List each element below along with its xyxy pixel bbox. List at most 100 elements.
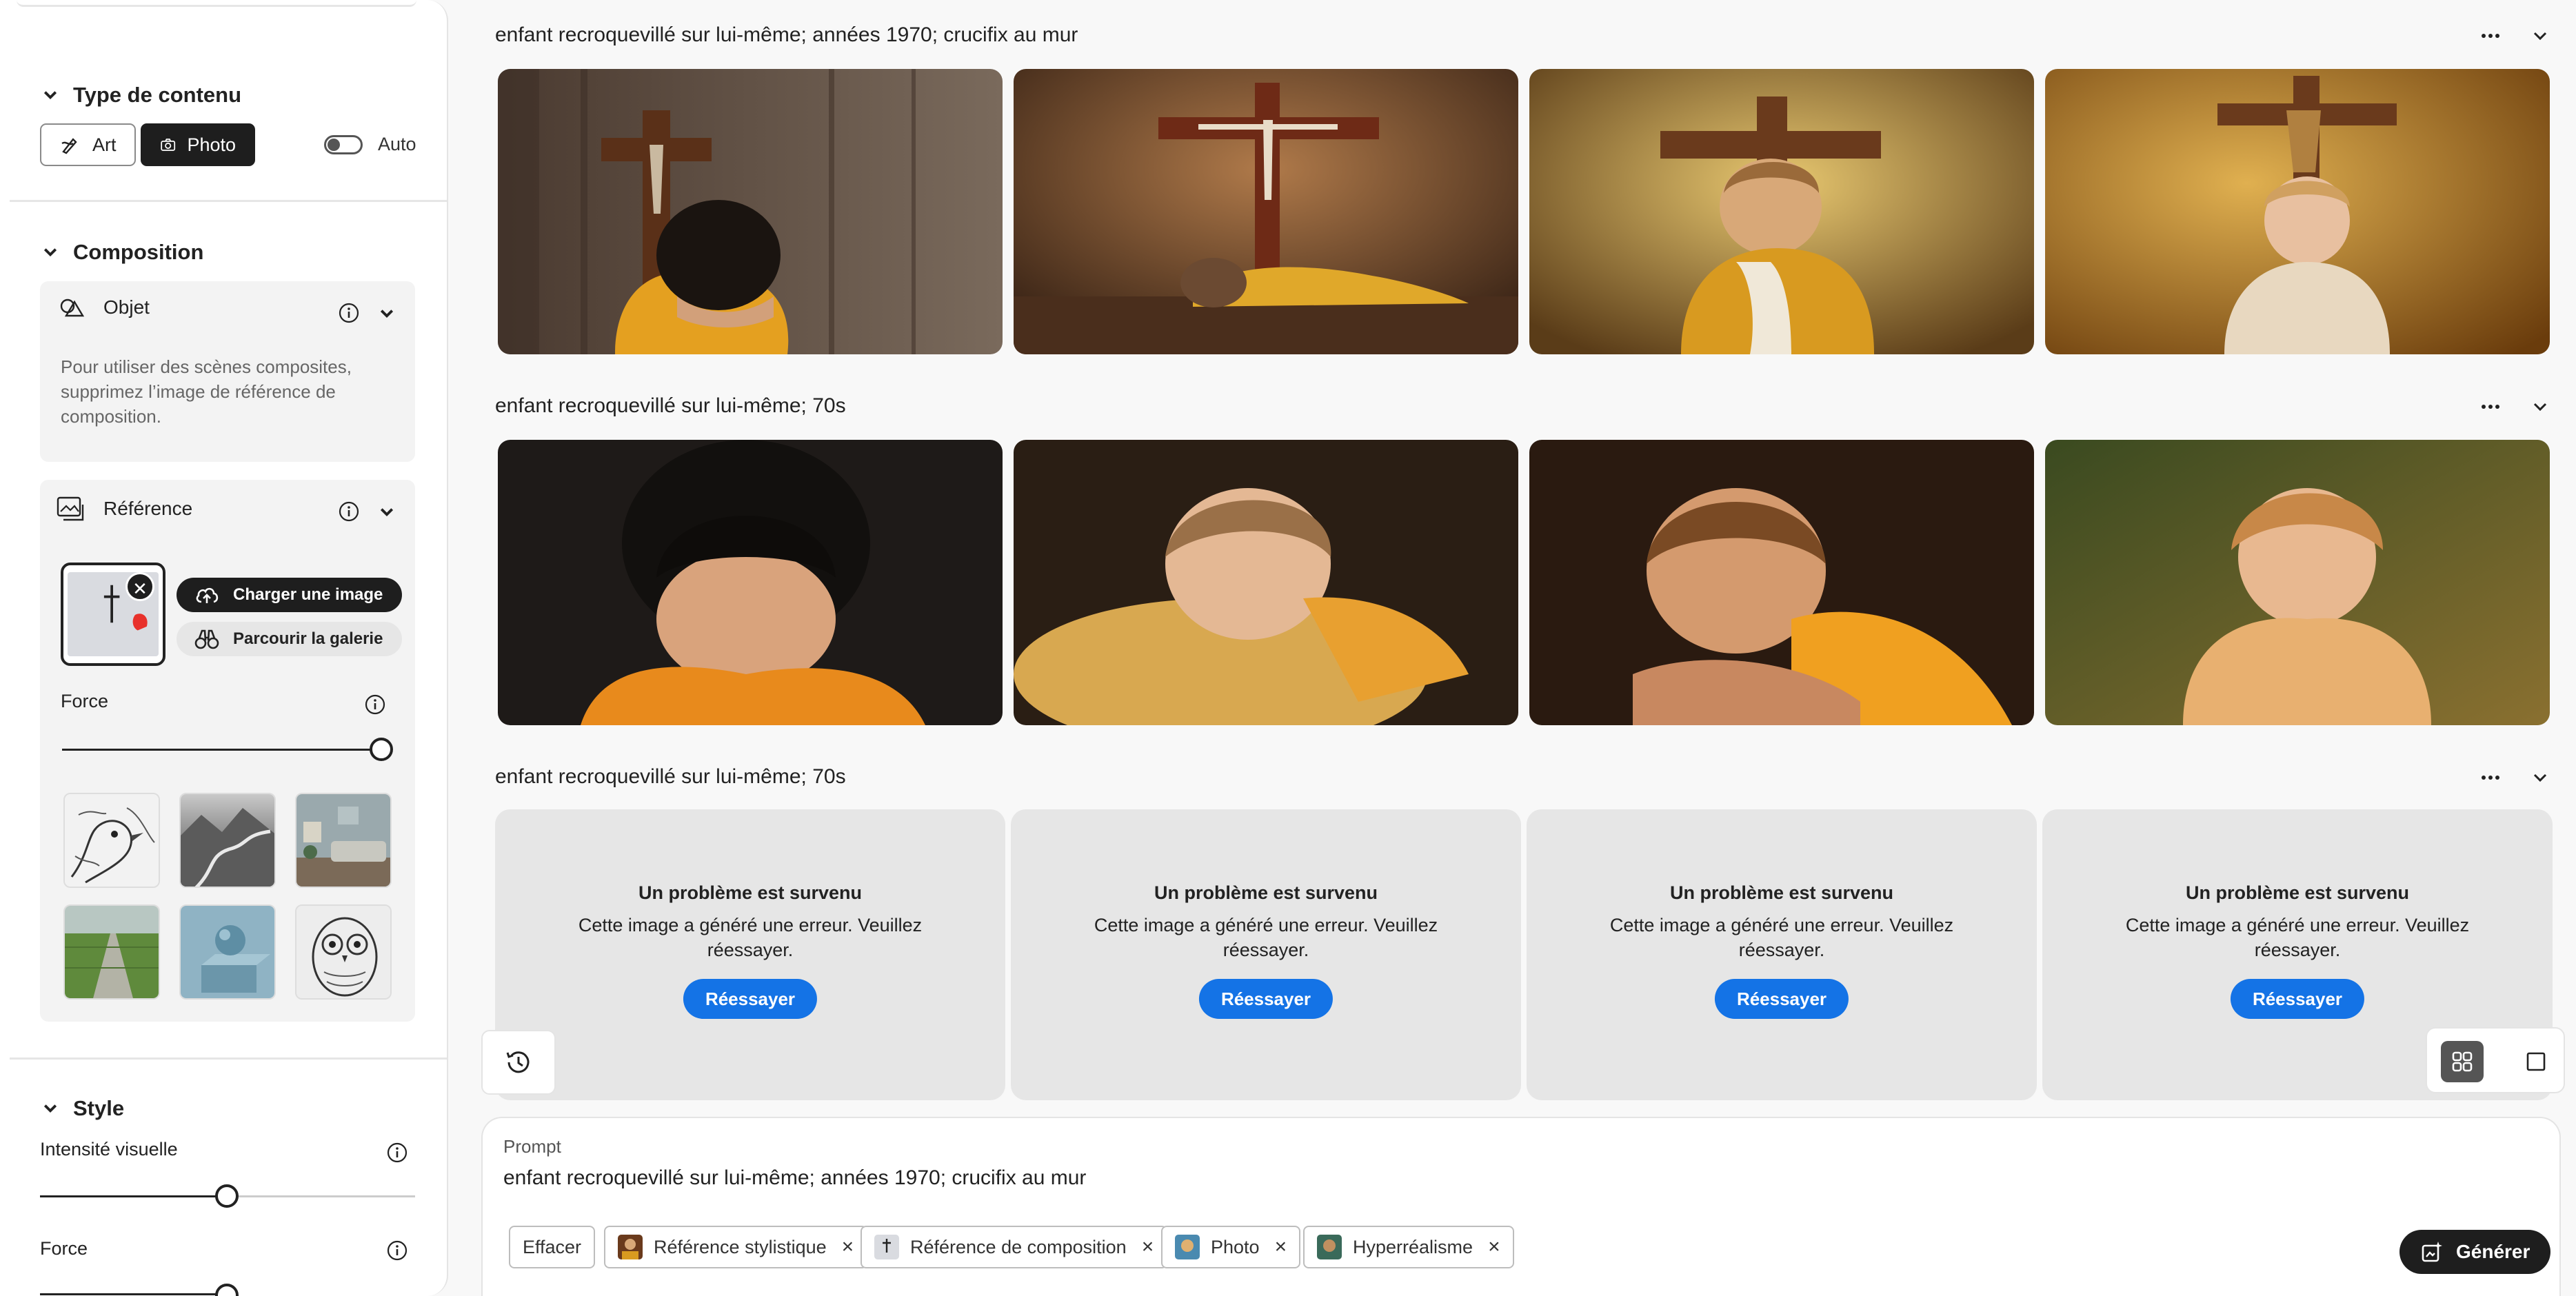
content-type-title: Type de contenu (73, 83, 242, 107)
generated-image-3[interactable] (1529, 69, 2034, 354)
row-actions (2479, 25, 2551, 47)
prompt-input[interactable]: enfant recroquevillé sur lui-même; année… (503, 1166, 1086, 1190)
generate-icon (2422, 1242, 2442, 1262)
history-button[interactable] (481, 1030, 556, 1095)
clear-label: Effacer (523, 1236, 582, 1257)
chip-hyperrealism[interactable]: Hyperréalisme × (1303, 1226, 1514, 1268)
browse-gallery-button[interactable]: Parcourir la galerie (177, 622, 403, 656)
clear-button[interactable]: Effacer (509, 1226, 596, 1268)
composition-section-toggle[interactable]: Composition (43, 240, 203, 265)
content-type-art-button[interactable]: Art (40, 123, 136, 166)
settings-panel: Type de contenu Art Photo Auto Compositi… (0, 0, 448, 1296)
auto-toggle[interactable] (324, 135, 363, 154)
remove-chip-icon[interactable]: × (1142, 1235, 1154, 1259)
remove-chip-icon[interactable]: × (842, 1235, 854, 1259)
reference-header[interactable]: Référence (54, 492, 192, 525)
info-icon[interactable] (364, 693, 386, 716)
preset-mountain-valley[interactable] (179, 793, 276, 888)
generated-image-8[interactable] (2045, 440, 2550, 725)
more-options-icon[interactable] (2479, 396, 2502, 418)
generate-button[interactable]: Générer (2399, 1230, 2551, 1274)
object-header[interactable]: Objet (54, 291, 150, 324)
reference-force-slider-handle[interactable] (370, 738, 393, 761)
object-label: Objet (103, 296, 150, 318)
prompt-label: Prompt (503, 1136, 561, 1157)
chevron-down-icon[interactable] (379, 505, 394, 520)
generated-image-1[interactable] (498, 69, 1003, 354)
reference-label: Référence (103, 498, 193, 519)
remove-reference-button[interactable]: ✕ (125, 572, 154, 601)
visual-intensity-slider-filled[interactable] (40, 1195, 217, 1197)
info-icon[interactable] (386, 1239, 408, 1262)
visual-intensity-slider-track[interactable] (217, 1195, 415, 1197)
more-options-icon[interactable] (2479, 767, 2502, 789)
content-type-section-toggle[interactable]: Type de contenu (43, 83, 241, 108)
row-prompt-title: enfant recroquevillé sur lui-même; année… (495, 23, 1078, 46)
retry-button[interactable]: Réessayer (1198, 979, 1334, 1019)
chip-photo[interactable]: Photo × (1161, 1226, 1301, 1268)
style-section-toggle[interactable]: Style (43, 1096, 124, 1121)
image-reference-icon (57, 496, 84, 521)
single-view-button[interactable] (2518, 1044, 2554, 1080)
chevron-down-icon (43, 245, 58, 260)
grid-icon (2452, 1051, 2473, 1072)
preset-living-room[interactable] (295, 793, 392, 888)
generated-image-5[interactable] (498, 440, 1003, 725)
chip-label: Hyperréalisme (1353, 1236, 1473, 1257)
chip-label: Photo (1211, 1236, 1260, 1257)
chevron-down-icon (43, 1101, 58, 1116)
error-title: Un problème est survenu (2185, 882, 2410, 903)
row-prompt-title: enfant recroquevillé sur lui-même; 70s (495, 394, 846, 417)
chevron-down-icon[interactable] (2529, 396, 2551, 418)
info-icon[interactable] (338, 302, 360, 324)
shapes-icon (60, 298, 85, 317)
error-tile: Un problème est survenu Cette image a gé… (1527, 809, 2037, 1100)
art-label: Art (92, 134, 117, 155)
remove-chip-icon[interactable]: × (1275, 1235, 1287, 1259)
browse-gallery-label: Parcourir la galerie (233, 629, 383, 648)
grid-view-button[interactable] (2441, 1041, 2484, 1082)
chevron-down-icon[interactable] (2529, 767, 2551, 789)
style-title: Style (73, 1096, 125, 1120)
generated-image-2[interactable] (1014, 69, 1518, 354)
error-title: Un problème est survenu (1154, 882, 1378, 903)
style-force-slider-handle[interactable] (215, 1284, 239, 1296)
generate-label: Générer (2456, 1241, 2530, 1262)
chevron-down-icon[interactable] (2529, 25, 2551, 47)
reference-force-slider-track[interactable] (62, 749, 379, 751)
info-icon[interactable] (338, 500, 360, 523)
error-title: Un problème est survenu (638, 882, 863, 903)
visual-intensity-slider-handle[interactable] (215, 1184, 239, 1208)
composition-reference-thumbnail-icon (874, 1235, 899, 1259)
row-actions (2479, 767, 2551, 789)
more-options-icon[interactable] (2479, 25, 2502, 47)
generated-image-7[interactable] (1529, 440, 2034, 725)
style-force-slider-track[interactable] (40, 1293, 217, 1295)
preset-owl-sketch[interactable] (295, 904, 392, 1000)
view-mode-toggle (2426, 1027, 2565, 1093)
generated-image-6[interactable] (1014, 440, 1518, 725)
remove-chip-icon[interactable]: × (1488, 1235, 1500, 1259)
section-divider (10, 200, 447, 202)
preset-green-field-road[interactable] (63, 904, 160, 1000)
photo-label: Photo (187, 134, 236, 155)
chip-style-reference[interactable]: Référence stylistique × (604, 1226, 868, 1268)
preset-bird-sketch[interactable] (63, 793, 160, 888)
retry-button[interactable]: Réessayer (683, 979, 818, 1019)
error-title: Un problème est survenu (1669, 882, 1894, 903)
content-type-photo-button[interactable]: Photo (141, 123, 255, 166)
style-force-label: Force (40, 1238, 88, 1259)
reference-force-label: Force (61, 691, 109, 711)
retry-button[interactable]: Réessayer (1714, 979, 1849, 1019)
object-card: Objet Pour utiliser des scènes composite… (40, 281, 415, 462)
retry-button[interactable]: Réessayer (2230, 979, 2365, 1019)
chevron-down-icon[interactable] (379, 306, 394, 321)
cloud-upload-icon (196, 587, 219, 603)
preset-sphere-on-cube[interactable] (179, 904, 276, 1000)
chip-composition-reference[interactable]: Référence de composition × (861, 1226, 1168, 1268)
prompt-panel: Prompt enfant recroquevillé sur lui-même… (481, 1117, 2561, 1296)
upload-image-button[interactable]: Charger une image (177, 578, 403, 612)
generated-image-4[interactable] (2045, 69, 2550, 354)
error-tile: Un problème est survenu Cette image a gé… (1011, 809, 1521, 1100)
info-icon[interactable] (386, 1142, 408, 1164)
